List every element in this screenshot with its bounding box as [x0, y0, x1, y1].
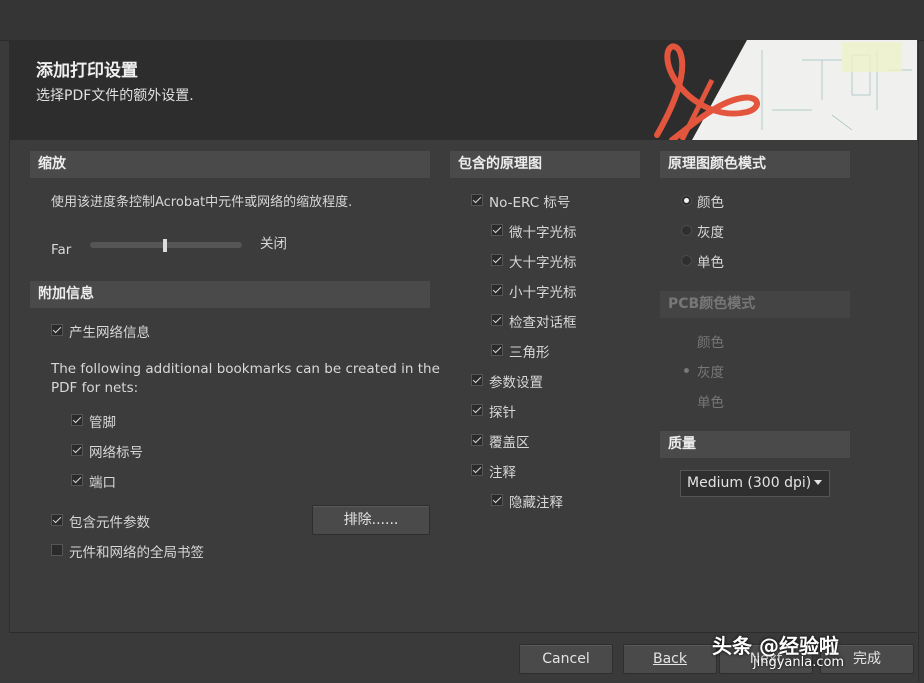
micro-crosshair-label: 微十字光标 [509, 225, 577, 241]
hidden-notes-checkbox[interactable] [491, 494, 503, 506]
page-title: 添加打印设置 [36, 61, 138, 81]
chevron-down-icon [814, 480, 822, 485]
global-bookmarks-label: 元件和网络的全局书签 [69, 545, 204, 561]
net-labels-checkbox[interactable] [71, 444, 83, 456]
pcb-gray-label: 灰度 [697, 365, 724, 381]
triangle-checkbox[interactable] [491, 344, 503, 356]
pcb-color-label: 颜色 [697, 335, 724, 351]
sch-color-radio[interactable] [681, 195, 692, 206]
sch-mono-radio[interactable] [681, 255, 692, 266]
hidden-notes-label: 隐藏注释 [509, 495, 563, 511]
small-crosshair-label: 小十字光标 [509, 285, 577, 301]
param-settings-label: 参数设置 [489, 375, 543, 391]
page-subtitle: 选择PDF文件的额外设置. [36, 88, 194, 104]
back-button[interactable]: Back [623, 644, 717, 674]
pins-label: 管脚 [89, 415, 116, 431]
net-labels-label: 网络标号 [89, 445, 143, 461]
slider-close-label: 关闭 [260, 236, 287, 252]
large-crosshair-checkbox[interactable] [491, 254, 503, 266]
ports-label: 端口 [89, 475, 116, 491]
notes-label: 注释 [489, 465, 516, 481]
zoom-description: 使用该进度条控制Acrobat中元件或网络的缩放程度. [51, 195, 353, 210]
sch-gray-radio[interactable] [681, 225, 692, 236]
generate-net-info-label: 产生网络信息 [69, 325, 150, 341]
ports-checkbox[interactable] [71, 474, 83, 486]
probe-checkbox[interactable] [471, 404, 483, 416]
global-bookmarks-checkbox[interactable] [51, 544, 63, 556]
notes-checkbox[interactable] [471, 464, 483, 476]
no-erc-label: No-ERC 标号 [489, 195, 571, 211]
cancel-button[interactable]: Cancel [519, 644, 613, 674]
acrobat-banner-image [652, 40, 917, 140]
generate-net-info-checkbox[interactable] [51, 324, 63, 336]
additional-info-section-heading: 附加信息 [30, 281, 430, 308]
sch-color-label: 颜色 [697, 195, 724, 211]
include-params-label: 包含元件参数 [69, 515, 150, 531]
triangle-label: 三角形 [509, 345, 550, 361]
quality-heading: 质量 [660, 431, 850, 458]
micro-crosshair-checkbox[interactable] [491, 224, 503, 236]
exclude-button[interactable]: 排除...... [312, 505, 430, 535]
pcb-color-mode-heading: PCB颜色模式 [660, 291, 850, 318]
overlay-area-label: 覆盖区 [489, 435, 530, 451]
pins-checkbox[interactable] [71, 414, 83, 426]
bookmarks-text-line2: PDF for nets: [51, 380, 139, 396]
param-settings-checkbox[interactable] [471, 374, 483, 386]
small-crosshair-checkbox[interactable] [491, 284, 503, 296]
window-top-strip [0, 0, 924, 41]
schematics-section-heading: 包含的原理图 [450, 151, 640, 178]
overlay-area-checkbox[interactable] [471, 434, 483, 446]
zoom-section-heading: 缩放 [30, 151, 430, 178]
pcb-gray-radio [681, 365, 692, 376]
no-erc-checkbox[interactable] [471, 194, 483, 206]
sch-mono-label: 单色 [697, 255, 724, 271]
check-dialog-label: 检查对话框 [509, 315, 577, 331]
sch-gray-label: 灰度 [697, 225, 724, 241]
check-dialog-checkbox[interactable] [491, 314, 503, 326]
probe-label: 探针 [489, 405, 516, 421]
slider-far-label: Far [51, 242, 72, 258]
pcb-mono-label: 单色 [697, 395, 724, 411]
sch-color-mode-heading: 原理图颜色模式 [660, 151, 850, 178]
zoom-slider-thumb[interactable] [163, 239, 167, 252]
quality-select-value: Medium (300 dpi) [687, 475, 812, 491]
large-crosshair-label: 大十字光标 [509, 255, 577, 271]
bookmarks-text-line1: The following additional bookmarks can b… [51, 361, 440, 377]
include-params-checkbox[interactable] [51, 514, 63, 526]
watermark-url: jingyanla.com [753, 655, 845, 670]
